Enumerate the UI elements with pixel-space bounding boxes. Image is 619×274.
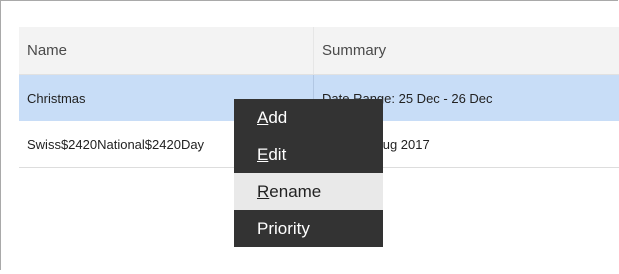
- context-menu: Add Edit Rename Priority: [234, 99, 383, 274]
- menu-item-mnemonic: A: [257, 107, 269, 127]
- menu-item-rename[interactable]: Rename: [234, 173, 383, 210]
- column-header-summary[interactable]: Summary: [314, 27, 619, 74]
- menu-item-edit[interactable]: Edit: [234, 136, 383, 173]
- menu-item-mnemonic: E: [257, 144, 269, 164]
- table-header: Name Summary: [19, 27, 619, 75]
- menu-item-label: Priority: [257, 218, 310, 238]
- menu-item-add[interactable]: Add: [234, 99, 383, 136]
- column-header-name[interactable]: Name: [19, 27, 314, 74]
- menu-item-label: dit: [268, 144, 287, 164]
- menu-item-priority[interactable]: Priority: [234, 210, 383, 247]
- menu-item-mnemonic: R: [257, 181, 270, 201]
- menu-item-label: dd: [268, 107, 288, 127]
- calendar-panel: Name Summary Christmas Date Range: 25 De…: [0, 0, 619, 270]
- menu-item-label: ename: [269, 181, 322, 201]
